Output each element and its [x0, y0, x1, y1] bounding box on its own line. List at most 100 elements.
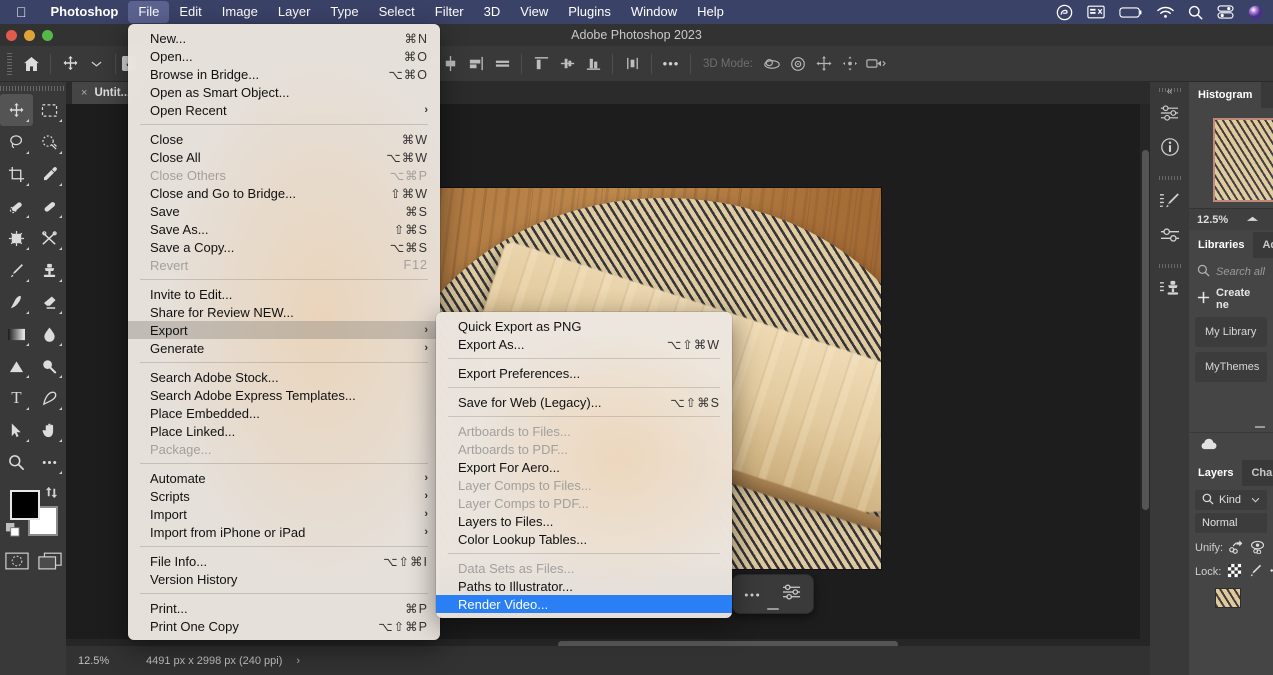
file-menu-item-automate[interactable]: Automate› [128, 469, 440, 487]
rectangular-marquee-tool[interactable] [33, 94, 66, 126]
file-menu-item-scripts[interactable]: Scripts› [128, 487, 440, 505]
dodge-tool[interactable] [0, 350, 33, 382]
screen-mode-icon[interactable] [38, 552, 62, 576]
library-item[interactable]: My Library [1195, 317, 1267, 347]
file-menu-item-open[interactable]: Open...⌘O [128, 47, 440, 65]
screen-mirroring-icon[interactable] [1087, 5, 1105, 19]
default-colors-icon[interactable] [6, 523, 20, 542]
unify-visibility-icon[interactable] [1250, 540, 1266, 557]
zoom-level[interactable]: 12.5% [66, 655, 138, 667]
align-left-icon[interactable] [580, 51, 606, 77]
menu-window[interactable]: Window [621, 1, 687, 23]
blend-mode-select[interactable]: Normal [1195, 513, 1267, 533]
chevron-down-icon[interactable] [83, 51, 109, 77]
file-menu-item-import-from-iphone-or-ipad[interactable]: Import from iPhone or iPad› [128, 523, 440, 541]
tab-channels[interactable]: Chan [1242, 460, 1273, 486]
close-window-button[interactable] [6, 30, 17, 41]
library-item[interactable]: MyThemes [1195, 352, 1267, 382]
type-tool[interactable]: T [0, 382, 33, 414]
eyedropper-tool[interactable] [33, 158, 66, 190]
slide-3d-icon[interactable] [837, 51, 863, 77]
menu-plugins[interactable]: Plugins [558, 1, 621, 23]
maximize-window-button[interactable] [42, 30, 53, 41]
zoom-alt-tool[interactable] [33, 350, 66, 382]
contextual-task-bar[interactable] [732, 574, 814, 614]
distribute-horizontal-icon[interactable] [489, 51, 515, 77]
file-menu-item-save-as[interactable]: Save As...⇧⌘S [128, 220, 440, 238]
menu-image[interactable]: Image [212, 1, 268, 23]
remove-tool[interactable] [0, 222, 33, 254]
chevron-up-icon[interactable] [1246, 215, 1259, 225]
lock-transparency-icon[interactable] [1227, 563, 1242, 581]
panel-resize-handle[interactable] [1255, 426, 1265, 428]
file-menu-dropdown[interactable]: New...⌘NOpen...⌘OBrowse in Bridge...⌥⌘OO… [128, 24, 440, 640]
clone-stamp-tool[interactable] [33, 254, 66, 286]
home-icon[interactable] [18, 51, 44, 77]
minimize-window-button[interactable] [24, 30, 35, 41]
zoom-tool[interactable] [0, 446, 33, 478]
tab-adjustments[interactable]: Ad [1253, 232, 1273, 258]
lock-position-icon[interactable] [1269, 564, 1273, 580]
more-options-icon[interactable]: ••• [658, 51, 684, 77]
file-menu-item-search-adobe-stock[interactable]: Search Adobe Stock... [128, 368, 440, 386]
path-selection-tool[interactable] [0, 414, 33, 446]
camera-3d-icon[interactable] [863, 51, 889, 77]
file-menu-item-save[interactable]: Save⌘S [128, 202, 440, 220]
adjustments-icon[interactable] [1150, 96, 1189, 130]
align-top-icon[interactable] [528, 51, 554, 77]
file-menu-item-close-and-go-to-bridge[interactable]: Close and Go to Bridge...⇧⌘W [128, 184, 440, 202]
roll-3d-icon[interactable] [785, 51, 811, 77]
spotlight-search-icon[interactable] [1188, 5, 1203, 20]
menu-type[interactable]: Type [320, 1, 368, 23]
chevron-down-icon[interactable] [1251, 494, 1260, 506]
tools-panel-grip[interactable] [0, 82, 66, 94]
file-menu-item-close[interactable]: Close⌘W [128, 130, 440, 148]
move-tool-icon[interactable] [57, 51, 83, 77]
file-menu-item-open-as-smart-object[interactable]: Open as Smart Object... [128, 83, 440, 101]
layer-thumbnail[interactable] [1215, 588, 1241, 608]
menu-photoshop[interactable]: Photoshop [41, 1, 129, 23]
export-menu-item-save-for-web-legacy[interactable]: Save for Web (Legacy)...⌥⇧⌘S [436, 393, 732, 411]
more-tools[interactable] [33, 446, 66, 478]
wifi-icon[interactable] [1157, 6, 1174, 19]
file-menu-item-print[interactable]: Print...⌘P [128, 599, 440, 617]
export-menu-item-color-lookup-tables[interactable]: Color Lookup Tables... [436, 530, 732, 548]
blur-tool[interactable] [33, 318, 66, 350]
export-menu-item-quick-export-as-png[interactable]: Quick Export as PNG [436, 317, 732, 335]
rotate-3d-icon[interactable] [759, 51, 785, 77]
object-selection-tool[interactable] [33, 126, 66, 158]
align-vertical-center-icon[interactable] [437, 51, 463, 77]
spot-healing-brush-tool[interactable] [0, 190, 33, 222]
battery-icon[interactable] [1119, 6, 1143, 19]
file-menu-item-place-linked[interactable]: Place Linked... [128, 422, 440, 440]
rail-grip[interactable] [1159, 262, 1181, 270]
menu-filter[interactable]: Filter [425, 1, 474, 23]
layer-comps-icon[interactable] [1150, 272, 1189, 306]
export-menu-item-export-for-aero[interactable]: Export For Aero... [436, 458, 732, 476]
file-menu-item-import[interactable]: Import› [128, 505, 440, 523]
status-expand-arrow[interactable]: › [282, 655, 300, 667]
scrollbar-thumb[interactable] [1142, 150, 1149, 510]
hand-tool[interactable] [33, 414, 66, 446]
file-menu-item-export[interactable]: Export› [128, 321, 440, 339]
align-bottom-icon[interactable] [463, 51, 489, 77]
file-menu-item-print-one-copy[interactable]: Print One Copy⌥⇧⌘P [128, 617, 440, 635]
create-new-library-button[interactable]: Create ne [1189, 286, 1273, 312]
move-tool[interactable] [0, 94, 33, 126]
creative-cloud-icon[interactable] [1056, 4, 1073, 21]
file-menu-item-generate[interactable]: Generate› [128, 339, 440, 357]
info-icon[interactable] [1150, 130, 1189, 164]
layer-filter-kind[interactable]: Kind [1195, 490, 1267, 510]
crop-tool[interactable] [0, 158, 33, 190]
export-menu-item-export-as[interactable]: Export As...⌥⇧⌘W [436, 335, 732, 353]
actions-icon[interactable] [1150, 184, 1189, 218]
distribute-left-icon[interactable] [619, 51, 645, 77]
file-menu-item-new[interactable]: New...⌘N [128, 29, 440, 47]
file-menu-item-browse-in-bridge[interactable]: Browse in Bridge...⌥⌘O [128, 65, 440, 83]
menu-3d[interactable]: 3D [474, 1, 511, 23]
options-bar-grip[interactable] [4, 53, 14, 75]
rail-grip[interactable] [1159, 174, 1181, 182]
lock-image-icon[interactable] [1248, 563, 1263, 581]
file-menu-item-file-info[interactable]: File Info...⌥⇧⌘I [128, 552, 440, 570]
distribute-vertical-center-icon[interactable] [554, 51, 580, 77]
